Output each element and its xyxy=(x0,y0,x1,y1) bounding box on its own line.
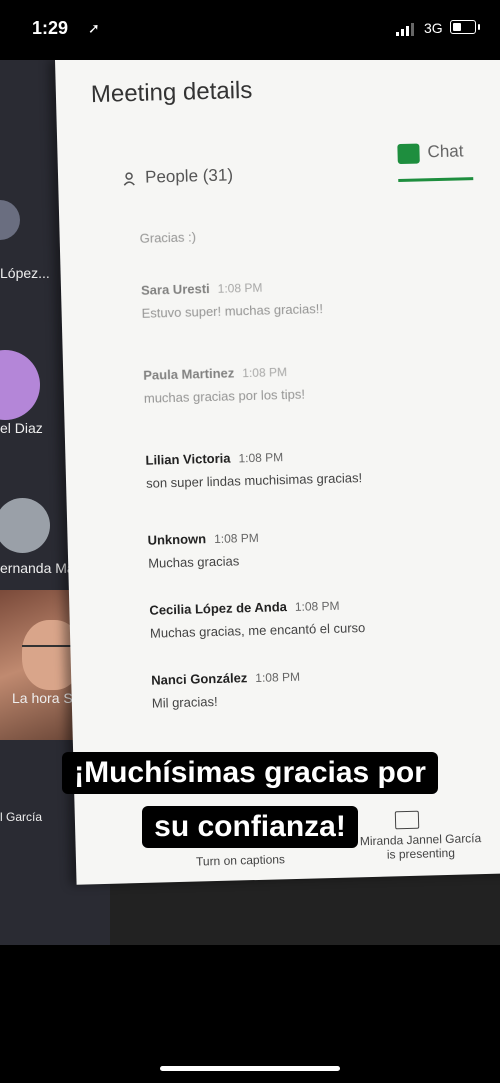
participant-avatar xyxy=(0,200,20,240)
participant-name: el Diaz xyxy=(0,420,43,436)
message-sender: Unknown 1:08 PM xyxy=(147,530,259,548)
message-text: Gracias :) xyxy=(139,229,197,246)
message-text: muchas gracias por los tips! xyxy=(143,386,306,406)
message-sender: Sara Uresti 1:08 PM xyxy=(140,280,263,298)
participant-name: López... xyxy=(0,265,50,281)
tab-chat[interactable]: Chat xyxy=(397,141,464,164)
message-sender: Lilian Victoria 1:08 PM xyxy=(145,450,284,468)
message-text: Mil gracias! xyxy=(151,693,218,711)
message-time: 1:08 PM xyxy=(242,365,288,381)
status-time: 1:29 xyxy=(32,18,69,38)
message-sender: Paula Martinez 1:08 PM xyxy=(143,365,288,383)
status-bar: 1:29 ➚ 3G xyxy=(0,0,500,60)
message-time: 1:08 PM xyxy=(255,669,301,685)
message-time: 1:08 PM xyxy=(294,598,340,614)
tab-people-label: People (31) xyxy=(144,165,234,187)
chat-message: Lilian Victoria 1:08 PM son super lindas … xyxy=(145,447,362,491)
tab-people[interactable]: People (31) xyxy=(123,165,233,188)
people-icon xyxy=(123,171,135,186)
signal-strength-icon xyxy=(396,22,416,36)
tab-chat-label: Chat xyxy=(427,141,464,162)
chat-message: Unknown 1:08 PM Muchas gracias xyxy=(147,530,259,571)
story-caption: ¡Muchísimas gracias por xyxy=(0,752,500,794)
message-text: Estuvo super! muchas gracias!! xyxy=(141,301,324,321)
location-arrow-icon: ➚ xyxy=(88,20,100,36)
message-text: Muchas gracias, me encantó el curso xyxy=(149,620,366,641)
message-time: 1:08 PM xyxy=(217,280,263,296)
chat-icon xyxy=(397,143,420,164)
chat-message: Gracias :) xyxy=(139,221,197,246)
chat-message: Nanci González 1:08 PM Mil gracias! xyxy=(151,669,301,711)
active-tab-indicator xyxy=(398,177,474,183)
caption-line-1: ¡Muchísimas gracias por xyxy=(62,752,438,794)
participant-avatar xyxy=(0,350,40,420)
panel-title: Meeting details xyxy=(90,76,253,109)
message-sender: Cecilia López de Anda 1:08 PM xyxy=(149,598,340,618)
message-text: son super lindas muchisimas gracias! xyxy=(145,470,363,491)
message-sender: Nanci González 1:08 PM xyxy=(151,669,301,688)
story-caption: su confianza! xyxy=(0,806,500,848)
turn-on-captions-button[interactable]: Turn on captions xyxy=(196,852,285,868)
message-text: Muchas gracias xyxy=(148,553,240,571)
home-indicator[interactable] xyxy=(160,1066,340,1071)
caption-line-2: su confianza! xyxy=(142,806,358,848)
chat-message: Cecilia López de Anda 1:08 PM Muchas grac… xyxy=(149,597,365,641)
chat-message: Paula Martinez 1:08 PM muchas gracias por… xyxy=(143,364,305,406)
message-time: 1:08 PM xyxy=(238,450,284,466)
participant-avatar xyxy=(0,498,50,553)
network-type: 3G xyxy=(424,20,443,36)
message-time: 1:08 PM xyxy=(213,530,259,546)
battery-icon xyxy=(450,20,480,34)
chat-message: Sara Uresti 1:08 PM Estuvo super! muchas … xyxy=(141,278,323,321)
